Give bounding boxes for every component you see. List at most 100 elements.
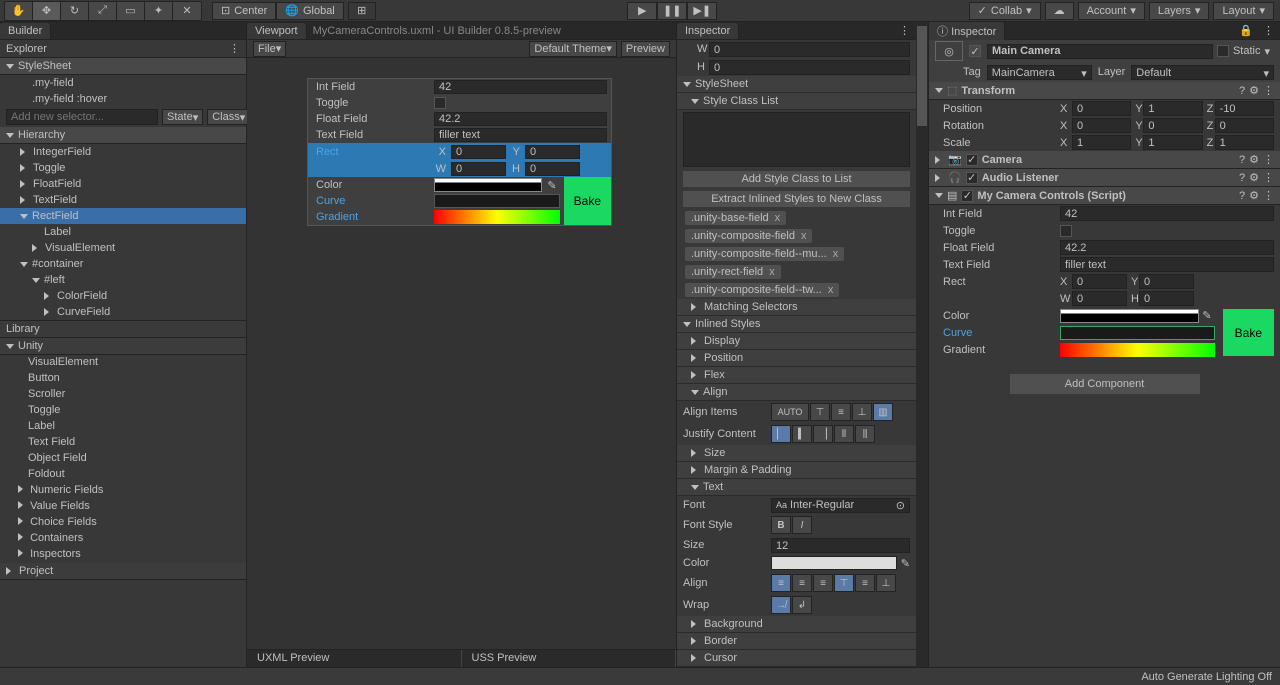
eyedropper-icon[interactable]: ✎ bbox=[897, 557, 910, 570]
text-align-left[interactable]: ≡ bbox=[771, 574, 791, 592]
insp-h[interactable]: 0 bbox=[709, 60, 910, 75]
help-icon[interactable]: ? bbox=[1239, 85, 1245, 97]
help-icon[interactable]: ? bbox=[1239, 154, 1245, 166]
rot-y[interactable]: 0 bbox=[1143, 118, 1202, 133]
pivot-global[interactable]: 🌐 Global bbox=[276, 2, 344, 20]
help-icon[interactable]: ? bbox=[1239, 190, 1245, 202]
theme-dropdown[interactable]: Default Theme ▾ bbox=[529, 41, 616, 57]
rot-z[interactable]: 0 bbox=[1215, 118, 1274, 133]
script-component[interactable]: ▤✓My Camera Controls (Script)? ⚙ ⋮ bbox=[929, 187, 1280, 205]
rotate-tool[interactable]: ↻ bbox=[61, 2, 89, 20]
script-rect-h[interactable]: 0 bbox=[1139, 291, 1194, 306]
justify-center[interactable]: ▍ bbox=[792, 425, 812, 443]
lib-containers[interactable]: Containers bbox=[0, 531, 246, 547]
custom-tool[interactable]: ✕ bbox=[173, 2, 201, 20]
int-field-input[interactable]: 42 bbox=[434, 80, 607, 94]
hierarchy-rectfield[interactable]: RectField bbox=[0, 208, 246, 224]
lib-numeric[interactable]: Numeric Fields bbox=[0, 483, 246, 499]
text-section[interactable]: Text bbox=[677, 479, 916, 496]
uxml-preview-tab[interactable]: UXML Preview bbox=[247, 650, 462, 667]
hierarchy-label[interactable]: Label bbox=[0, 224, 246, 240]
builder-tab[interactable]: Builder bbox=[0, 23, 51, 39]
align-section[interactable]: Align bbox=[677, 384, 916, 401]
new-selector-input[interactable] bbox=[6, 109, 158, 125]
class-dropdown[interactable]: Class ▾ bbox=[207, 109, 250, 125]
lib-choice[interactable]: Choice Fields bbox=[0, 515, 246, 531]
justify-around[interactable]: ⫼ bbox=[855, 425, 875, 443]
hierarchy-container[interactable]: #container bbox=[0, 256, 246, 272]
component-menu-icon[interactable]: ⋮ bbox=[1263, 153, 1274, 166]
hierarchy-left[interactable]: #left bbox=[0, 272, 246, 288]
lock-icon[interactable]: 🔒 bbox=[1235, 24, 1257, 37]
pos-y[interactable]: 1 bbox=[1143, 101, 1202, 116]
script-float[interactable]: 42.2 bbox=[1060, 240, 1274, 255]
text-align-top[interactable]: ⊤ bbox=[834, 574, 854, 592]
font-size-input[interactable]: 12 bbox=[771, 538, 910, 553]
style-chip[interactable]: .unity-composite-field--tw...x bbox=[685, 283, 839, 297]
text-color-field[interactable] bbox=[771, 556, 897, 570]
viewport-canvas-area[interactable]: Int Field42 Toggle Float Field42.2 Text … bbox=[247, 58, 676, 649]
inlined-styles[interactable]: Inlined Styles bbox=[677, 316, 916, 333]
lib-textfield[interactable]: Text Field bbox=[0, 435, 246, 451]
lib-scroller[interactable]: Scroller bbox=[0, 387, 246, 403]
scale-tool[interactable]: ⤢ bbox=[89, 2, 117, 20]
rect-h[interactable]: 0 bbox=[525, 162, 580, 176]
project-lib-section[interactable]: Project bbox=[0, 563, 246, 580]
bake-button[interactable]: Bake bbox=[1223, 309, 1274, 356]
text-field-input[interactable]: filler text bbox=[434, 128, 607, 142]
class-input[interactable] bbox=[683, 112, 910, 167]
gradient-field[interactable] bbox=[434, 210, 560, 224]
scl-x[interactable]: 1 bbox=[1072, 135, 1131, 150]
preset-icon[interactable]: ⚙ bbox=[1249, 171, 1259, 184]
script-int[interactable]: 42 bbox=[1060, 206, 1274, 221]
add-component-button[interactable]: Add Component bbox=[1010, 374, 1200, 394]
chip-remove[interactable]: x bbox=[828, 284, 834, 296]
script-enable[interactable]: ✓ bbox=[961, 190, 973, 202]
transform-component[interactable]: ⬚Transform? ⚙ ⋮ bbox=[929, 82, 1280, 100]
style-chip[interactable]: .unity-composite-fieldx bbox=[685, 229, 812, 243]
align-start[interactable]: ⊤ bbox=[810, 403, 830, 421]
uss-preview-tab[interactable]: USS Preview bbox=[462, 650, 677, 667]
layers-dropdown[interactable]: Layers ▾ bbox=[1149, 2, 1210, 20]
background-section[interactable]: Background bbox=[677, 616, 916, 633]
object-picker-icon[interactable]: ⊙ bbox=[896, 499, 905, 512]
preview-button[interactable]: Preview bbox=[621, 41, 670, 57]
lib-button[interactable]: Button bbox=[0, 371, 246, 387]
lib-objectfield[interactable]: Object Field bbox=[0, 451, 246, 467]
cloud-button[interactable]: ☁ bbox=[1045, 2, 1074, 20]
active-checkbox[interactable]: ✓ bbox=[969, 45, 981, 57]
unity-lib-section[interactable]: Unity bbox=[0, 338, 246, 355]
inspector-tab[interactable]: Inspector bbox=[677, 23, 739, 39]
help-icon[interactable]: ? bbox=[1239, 172, 1245, 184]
pos-z[interactable]: -10 bbox=[1215, 101, 1274, 116]
script-rect-y[interactable]: 0 bbox=[1139, 274, 1194, 289]
size-section[interactable]: Size bbox=[677, 445, 916, 462]
rect-y[interactable]: 0 bbox=[525, 145, 580, 159]
bake-button[interactable]: Bake bbox=[564, 177, 611, 225]
selector-my-field[interactable]: .my-field bbox=[0, 75, 246, 91]
justify-end[interactable]: ▕ bbox=[813, 425, 833, 443]
align-end[interactable]: ⊥ bbox=[852, 403, 872, 421]
transform-tool[interactable]: ✦ bbox=[145, 2, 173, 20]
stylesheet-section[interactable]: StyleSheet bbox=[0, 58, 246, 75]
hierarchy-colorfield[interactable]: ColorField bbox=[0, 288, 246, 304]
flex-section[interactable]: Flex bbox=[677, 367, 916, 384]
lib-value[interactable]: Value Fields bbox=[0, 499, 246, 515]
extract-styles-button[interactable]: Extract Inlined Styles to New Class bbox=[683, 191, 910, 207]
style-chip[interactable]: .unity-rect-fieldx bbox=[685, 265, 781, 279]
lib-foldout[interactable]: Foldout bbox=[0, 467, 246, 483]
text-align-center[interactable]: ≡ bbox=[792, 574, 812, 592]
toggle-checkbox[interactable] bbox=[434, 97, 446, 109]
static-checkbox[interactable] bbox=[1217, 45, 1229, 57]
justify-between[interactable]: ⫴ bbox=[834, 425, 854, 443]
text-align-bottom[interactable]: ⊥ bbox=[876, 574, 896, 592]
hierarchy-textfield[interactable]: TextField bbox=[0, 192, 246, 208]
text-align-middle[interactable]: ≡ bbox=[855, 574, 875, 592]
static-dropdown[interactable]: ▾ bbox=[1260, 45, 1274, 58]
lib-inspectors[interactable]: Inspectors bbox=[0, 547, 246, 563]
audio-enable[interactable]: ✓ bbox=[966, 172, 978, 184]
color-field[interactable] bbox=[434, 178, 542, 192]
script-gradient[interactable] bbox=[1060, 343, 1215, 357]
hand-tool[interactable]: ✋ bbox=[5, 2, 33, 20]
unity-inspector-tab[interactable]: ⓘ Inspector bbox=[929, 22, 1005, 41]
